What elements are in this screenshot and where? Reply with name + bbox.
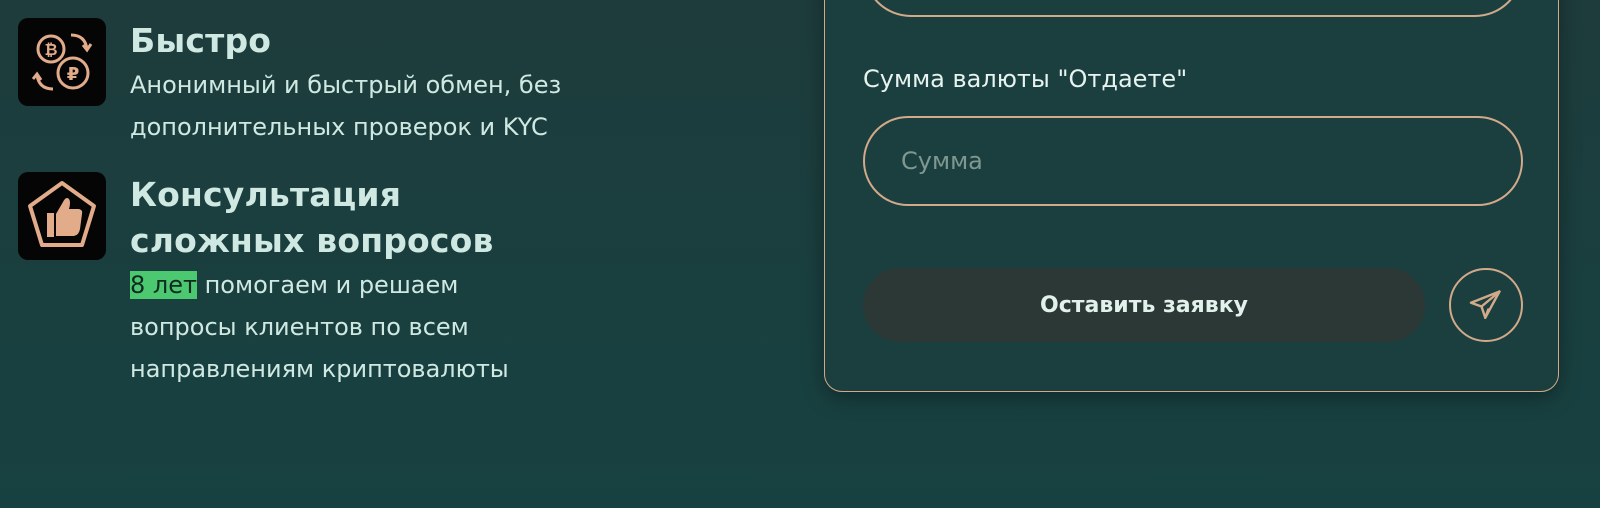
currency-exchange-icon: ₿ ₽ <box>18 18 106 106</box>
svg-text:₿: ₿ <box>44 40 57 59</box>
feature-description-line: дополнительных проверок и KYC <box>130 113 548 141</box>
svg-text:₽: ₽ <box>67 64 80 85</box>
amount-input[interactable] <box>863 116 1523 206</box>
previous-field[interactable] <box>863 0 1523 17</box>
years-highlight: 8 лет <box>130 271 197 299</box>
feature-title-line: сложных вопросов <box>130 221 494 260</box>
feature-description-line: направлениям криптовалюты <box>130 355 509 383</box>
feature-description-line: вопросы клиентов по всем <box>130 313 469 341</box>
exchange-form-panel: Сумма валюты "Отдаете" Оставить заявку <box>824 0 1559 392</box>
submit-request-button[interactable]: Оставить заявку <box>863 268 1425 342</box>
feature-description-line: Анонимный и быстрый обмен, без <box>130 71 562 99</box>
feature-title-line: Консультация <box>130 175 402 214</box>
thumbs-up-icon <box>18 172 106 260</box>
feature-description-text: помогаем и решаем <box>196 271 459 299</box>
feature-description-line: 8 лет помогаем и решаем <box>130 264 690 306</box>
telegram-send-icon <box>1468 287 1504 323</box>
feature-title: Быстро <box>130 21 272 60</box>
amount-label: Сумма валюты "Отдаете" <box>863 65 1188 93</box>
telegram-button[interactable] <box>1449 268 1523 342</box>
